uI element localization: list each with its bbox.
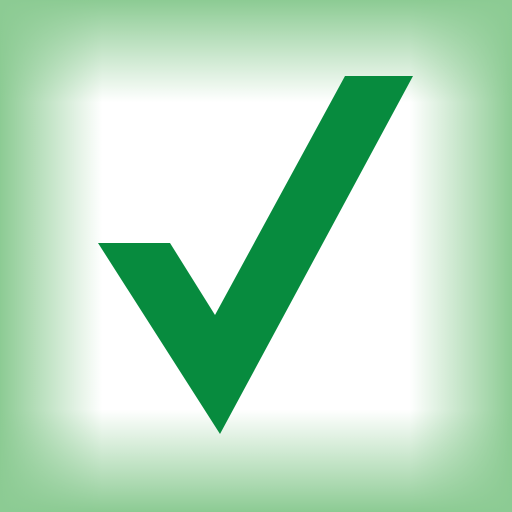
app-icon-tile (0, 0, 512, 512)
checkmark-icon (98, 76, 413, 434)
